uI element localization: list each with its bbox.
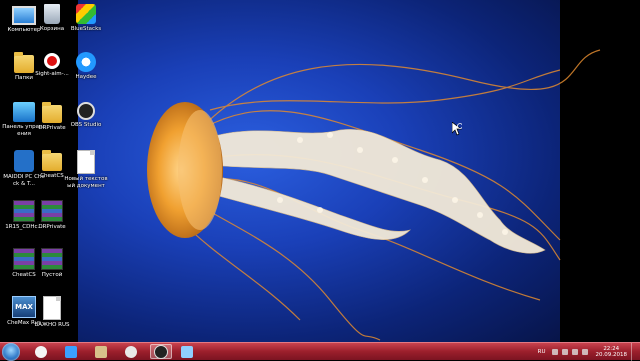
clock-date: 20.09.2018: [595, 352, 628, 358]
mouse-cursor-icon: [452, 122, 462, 136]
system-tray: RU 22:24 20.09.2018: [538, 343, 638, 361]
taskbar-paint[interactable]: [122, 344, 140, 359]
important-rus-doc-shortcut[interactable]: ВАЖНО RUS: [30, 294, 74, 344]
tray-flag-icon[interactable]: [551, 349, 558, 355]
counter-strike-icon: [95, 345, 107, 358]
winrar-archive-icon: [41, 248, 63, 270]
show-desktop-button[interactable]: [631, 343, 638, 361]
language-indicator[interactable]: RU: [538, 349, 546, 355]
taskbar-yandex-browser[interactable]: [32, 344, 50, 359]
folder-icon: [42, 150, 62, 171]
drprivate-archive-shortcut[interactable]: DRPrivate: [30, 198, 74, 248]
app-blue-icon: [65, 345, 77, 358]
clock[interactable]: 22:24 20.09.2018: [596, 346, 628, 359]
bluestacks-shortcut[interactable]: BlueStacks: [64, 2, 108, 52]
tray-network-icon[interactable]: [561, 349, 568, 355]
obs-icon: [154, 344, 168, 359]
text-document-icon: [77, 150, 95, 174]
tray-volume-icon[interactable]: [571, 349, 578, 355]
yandex-browser-icon: [35, 345, 47, 358]
winrar-archive-icon: [41, 200, 63, 222]
bluestacks-icon: [76, 4, 96, 24]
start-button[interactable]: [2, 343, 20, 361]
taskbar-app-blue[interactable]: [62, 344, 80, 359]
taskbar-window[interactable]: [178, 344, 196, 359]
window-icon: [181, 345, 193, 358]
folder-icon: [42, 102, 62, 123]
taskbar-obs[interactable]: [150, 344, 172, 359]
empty-archive-shortcut[interactable]: Пустой: [30, 246, 74, 296]
tray-app-icon[interactable]: [581, 349, 588, 355]
text-document-icon: [43, 296, 61, 320]
new-text-document-shortcut[interactable]: Новый текстовый документ: [64, 148, 108, 198]
obs-icon: [77, 102, 95, 120]
taskbar-counter-strike[interactable]: [92, 344, 110, 359]
obs-studio-shortcut[interactable]: OBS Studio: [64, 100, 108, 150]
paint-icon: [125, 345, 137, 358]
recycle-bin-icon: [44, 4, 60, 24]
crosshair-icon: [44, 53, 60, 69]
haydee-shortcut[interactable]: Haydee: [64, 50, 108, 100]
haydee-icon: [76, 52, 96, 72]
taskbar: RU 22:24 20.09.2018: [0, 342, 640, 361]
